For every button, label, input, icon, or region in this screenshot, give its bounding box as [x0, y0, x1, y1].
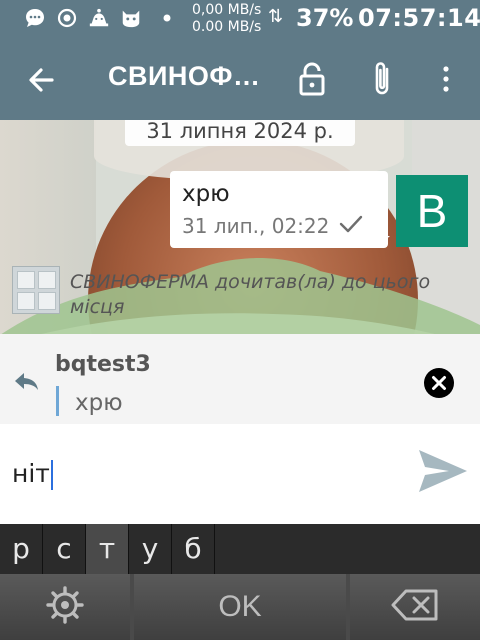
backspace-softkey[interactable] — [350, 574, 480, 640]
android-debug-icon — [88, 7, 110, 29]
send-icon[interactable] — [416, 446, 470, 496]
date-separator: 31 липня 2024 р. — [125, 120, 355, 146]
close-icon[interactable] — [423, 367, 455, 403]
back-arrow-icon[interactable] — [22, 62, 62, 98]
chat-title[interactable]: СВИНОФ… — [108, 61, 260, 92]
settings-softkey[interactable] — [0, 574, 130, 640]
message-input[interactable]: ніт — [12, 459, 53, 490]
lock-icon[interactable] — [292, 56, 332, 102]
compose-row: ніт — [0, 424, 480, 524]
battery-level: 37% — [296, 4, 354, 32]
message-time: 31 лип., 02:22 — [182, 214, 330, 238]
candidate-key[interactable]: р — [0, 524, 43, 574]
chat-area[interactable]: 31 липня 2024 р. хрю 31 лип., 02:22 B СВ… — [0, 120, 480, 334]
check-icon — [338, 213, 364, 235]
read-marker-text: СВИНОФЕРМА дочитав(ла) до цього місця — [70, 271, 431, 318]
candidate-bar: р с т у б — [0, 524, 480, 574]
reply-quote-bar — [56, 386, 59, 416]
dot-icon — [156, 7, 178, 29]
more-vert-icon[interactable] — [426, 56, 466, 102]
avatar[interactable]: B — [396, 175, 468, 247]
paperclip-icon[interactable] — [362, 56, 402, 102]
app-bar: СВИНОФ… — [0, 38, 480, 120]
settings-icon — [45, 585, 85, 629]
cat-app-icon — [120, 7, 142, 29]
bubble-tail — [376, 236, 390, 248]
text-cursor — [50, 460, 53, 490]
candidate-key-selected[interactable]: т — [86, 524, 129, 574]
reply-panel: bqtest3 хрю — [0, 334, 480, 424]
read-marker-avatar — [12, 266, 60, 314]
net-down-speed: 0.00 MB/s — [192, 19, 262, 35]
transfer-arrows-icon: ⇅ — [268, 6, 284, 27]
reply-icon — [12, 370, 42, 394]
status-bar: 0,00 MB/s 0.00 MB/s ⇅ 37% 07:57:14 — [0, 0, 480, 38]
reply-author: bqtest3 — [55, 352, 151, 377]
reply-quoted-text: хрю — [75, 390, 123, 416]
net-up-speed: 0,00 MB/s — [192, 2, 262, 18]
message-bubble[interactable]: хрю 31 лип., 02:22 — [170, 171, 388, 248]
backspace-icon — [390, 588, 440, 626]
candidate-key[interactable]: у — [129, 524, 172, 574]
message-text: хрю — [182, 181, 230, 207]
clock: 07:57:14 — [358, 4, 480, 32]
record-icon — [56, 7, 78, 29]
soft-keys: OK — [0, 574, 480, 640]
chat-bubble-icon — [24, 7, 46, 29]
message-input-value: ніт — [12, 459, 50, 488]
network-speed: 0,00 MB/s 0.00 MB/s — [192, 2, 261, 36]
ok-softkey[interactable]: OK — [134, 574, 346, 640]
candidate-key[interactable]: с — [43, 524, 86, 574]
candidate-key[interactable]: б — [172, 524, 215, 574]
